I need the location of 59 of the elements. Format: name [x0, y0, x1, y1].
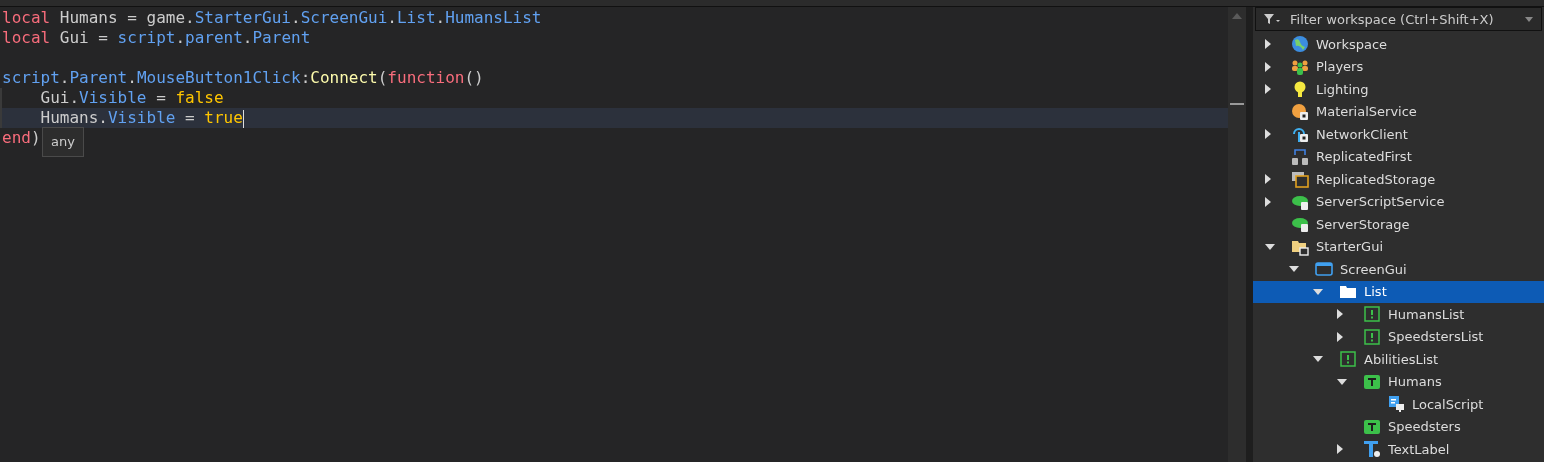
tree-item[interactable]: LocalScript [1253, 393, 1544, 416]
tree-item[interactable]: ReplicatedStorage [1253, 168, 1544, 191]
filter-field[interactable]: Filter workspace (Ctrl+Shift+X) [1255, 7, 1542, 31]
tree-item[interactable]: ReplicatedFirst [1253, 145, 1544, 168]
collapsed-icon[interactable] [1265, 174, 1271, 185]
tree-item[interactable]: AbilitiesList [1253, 348, 1544, 371]
screen-icon [1315, 260, 1333, 279]
tree-item[interactable]: ScreenGui [1253, 258, 1544, 281]
storage-icon [1291, 170, 1309, 189]
expanded-icon[interactable] [1265, 243, 1275, 250]
antenna-icon [1291, 125, 1309, 144]
tree-item[interactable]: Speedsters [1253, 415, 1544, 438]
expanded-icon[interactable] [1313, 288, 1323, 295]
collapsed-icon[interactable] [1337, 309, 1343, 320]
text-button-icon [1363, 372, 1381, 391]
tree-item[interactable]: Workspace [1253, 33, 1544, 56]
tree-item[interactable]: List [1253, 280, 1544, 303]
tree-item[interactable]: HumansList [1253, 303, 1544, 326]
collapsed-icon[interactable] [1337, 331, 1343, 342]
collapsed-icon[interactable] [1265, 61, 1271, 72]
script-icon [1387, 395, 1405, 414]
frame-icon [1363, 305, 1381, 324]
frame-icon [1339, 350, 1357, 369]
palette-icon [1291, 102, 1309, 121]
tree-item[interactable]: StarterGui [1253, 235, 1544, 258]
code-line: local Gui = script.parent.Parent [2, 28, 311, 48]
code-line: end) [2, 128, 41, 148]
expanded-icon[interactable] [1313, 356, 1323, 363]
tree-item[interactable]: NetworkClient [1253, 123, 1544, 146]
tree-item[interactable]: Players [1253, 55, 1544, 78]
code-line: script.Parent.MouseButton1Click:Connect(function() [2, 68, 484, 88]
tree-item[interactable]: MaterialService [1253, 100, 1544, 123]
text-label-icon [1363, 440, 1381, 459]
tree-item[interactable]: ServerStorage [1253, 213, 1544, 236]
tree-item[interactable]: ServerScriptService [1253, 190, 1544, 213]
cloud-icon [1291, 215, 1309, 234]
collapsed-icon[interactable] [1337, 444, 1343, 455]
collapsed-icon[interactable] [1265, 129, 1271, 140]
globe-icon [1291, 35, 1309, 54]
filter-icon[interactable] [1264, 14, 1282, 24]
arrows-icon [1291, 147, 1309, 166]
code-line: Gui.Visible = false [39, 88, 224, 108]
tree-item[interactable]: SpeedstersList [1253, 325, 1544, 348]
dropdown-icon[interactable] [1525, 16, 1533, 22]
collapsed-icon[interactable] [1265, 39, 1271, 50]
code-editor[interactable]: local Humans = game.StarterGui.ScreenGui.List.HumansList local Gui = script.parent.Parent script.Parent.MouseButton1Click:Connect(function() Gui.Visible = false Humans.Visible = true end) any [0, 7, 1228, 462]
expanded-icon[interactable] [1289, 266, 1299, 273]
tree-item[interactable]: Lighting [1253, 78, 1544, 101]
tree-item[interactable]: TextLabel [1253, 438, 1544, 461]
tree-item[interactable]: Humans [1253, 370, 1544, 393]
code-line: Humans.Visible = true [39, 108, 244, 128]
text-button-icon [1363, 417, 1381, 436]
expanded-icon[interactable] [1337, 378, 1347, 385]
code-line: local Humans = game.StarterGui.ScreenGui.List.HumansList [2, 8, 542, 28]
collapsed-icon[interactable] [1265, 196, 1271, 207]
scrollbar[interactable] [1228, 7, 1246, 462]
collapsed-icon[interactable] [1265, 84, 1271, 95]
type-tooltip: any [42, 127, 84, 157]
frame-icon [1363, 327, 1381, 346]
